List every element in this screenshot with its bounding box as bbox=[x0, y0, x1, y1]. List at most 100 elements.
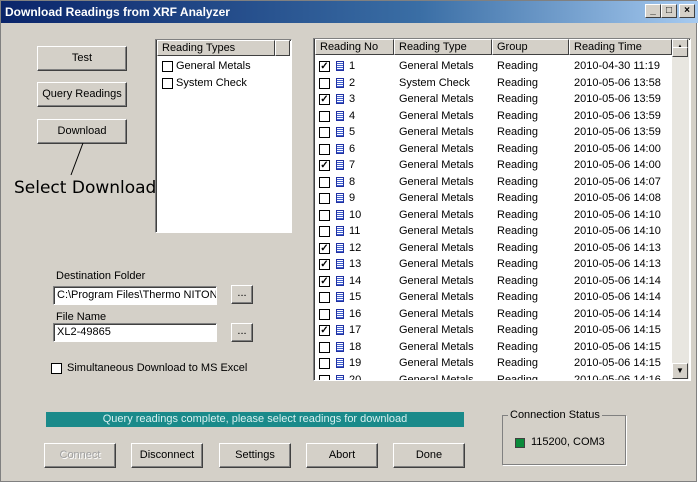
reading-checkbox[interactable] bbox=[319, 358, 330, 369]
reading-checkbox[interactable] bbox=[319, 77, 330, 89]
reading-types-list: Reading Types General Metals System Chec… bbox=[155, 39, 292, 233]
file-name-field[interactable]: XL2-49865 bbox=[53, 323, 217, 342]
reading-type-cell: General Metals bbox=[399, 274, 474, 287]
status-message: Query readings complete, please select r… bbox=[46, 412, 464, 427]
minimize-button[interactable]: _ bbox=[645, 4, 661, 18]
reading-checkbox[interactable] bbox=[319, 143, 330, 155]
table-row[interactable]: 6 General Metals Reading 2010-05-06 14:00 bbox=[314, 142, 672, 158]
destination-folder-field[interactable]: C:\Program Files\Thermo NITON\ bbox=[53, 286, 217, 305]
scroll-down-arrow-icon[interactable]: ▼ bbox=[672, 363, 688, 379]
table-row[interactable]: ✓ 17 General Metals Reading 2010-05-06 14:15 bbox=[314, 323, 672, 339]
reading-checkbox[interactable]: ✓ bbox=[319, 160, 330, 171]
abort-button[interactable]: Abort bbox=[306, 443, 378, 468]
table-row[interactable]: ✓ 1 General Metals Reading 2010-04-30 11:19 bbox=[314, 59, 672, 75]
vertical-scrollbar[interactable]: ▲ ▼ bbox=[672, 39, 689, 379]
reading-checkbox[interactable] bbox=[319, 176, 330, 188]
reading-type-cell: General Metals bbox=[399, 60, 474, 72]
reading-document-icon bbox=[336, 374, 344, 380]
settings-button[interactable]: Settings bbox=[219, 443, 291, 468]
connect-button[interactable]: Connect bbox=[44, 443, 116, 468]
reading-checkbox[interactable] bbox=[319, 110, 330, 122]
table-row[interactable]: 2 System Check Reading 2010-05-06 13:58 bbox=[314, 76, 672, 92]
table-row[interactable]: ✓ 12 General Metals Reading 2010-05-06 14:13 bbox=[314, 241, 672, 257]
group-cell: Reading bbox=[497, 340, 538, 353]
reading-type-cell: General Metals bbox=[399, 142, 474, 155]
table-row[interactable]: 4 General Metals Reading 2010-05-06 13:59 bbox=[314, 109, 672, 125]
table-row[interactable]: ✓ 14 General Metals Reading 2010-05-06 14:14 bbox=[314, 274, 672, 290]
table-row[interactable]: ✓ 7 General Metals Reading 2010-05-06 14:00 bbox=[314, 158, 672, 174]
file-name-value: XL2-49865 bbox=[57, 326, 111, 338]
group-cell: Reading bbox=[497, 76, 538, 89]
table-row[interactable]: 5 General Metals Reading 2010-05-06 13:59 bbox=[314, 125, 672, 141]
reading-document-icon bbox=[336, 341, 344, 352]
table-row[interactable]: ✓ 13 General Metals Reading 2010-05-06 14:13 bbox=[314, 257, 672, 273]
reading-checkbox[interactable]: ✓ bbox=[319, 325, 330, 336]
table-row[interactable]: 10 General Metals Reading 2010-05-06 14:10 bbox=[314, 208, 672, 224]
reading-checkbox[interactable] bbox=[319, 374, 330, 380]
table-row[interactable]: 15 General Metals Reading 2010-05-06 14:14 bbox=[314, 290, 672, 306]
reading-type-cell: General Metals bbox=[399, 175, 474, 188]
table-row[interactable]: ✓ 3 General Metals Reading 2010-05-06 13:59 bbox=[314, 92, 672, 108]
reading-type-cell: General Metals bbox=[399, 357, 474, 369]
table-row[interactable]: 19 General Metals Reading 2010-05-06 14:15 bbox=[314, 356, 672, 372]
group-cell: Reading bbox=[497, 60, 538, 72]
excel-checkbox[interactable] bbox=[51, 363, 62, 374]
reading-document-icon bbox=[336, 160, 344, 170]
query-readings-button[interactable]: Query Readings bbox=[37, 82, 127, 107]
reading-checkbox[interactable] bbox=[319, 292, 330, 303]
reading-no-cell: 14 bbox=[349, 274, 362, 287]
reading-types-header[interactable]: Reading Types bbox=[157, 40, 275, 56]
disconnect-button[interactable]: Disconnect bbox=[131, 443, 203, 468]
reading-type-checkbox[interactable] bbox=[162, 61, 173, 72]
group-cell: Reading bbox=[497, 291, 538, 303]
test-button[interactable]: Test bbox=[37, 46, 127, 71]
maximize-button[interactable]: □ bbox=[661, 4, 677, 18]
scroll-thumb[interactable] bbox=[672, 47, 688, 57]
reading-no-cell: 15 bbox=[349, 291, 362, 303]
reading-checkbox[interactable]: ✓ bbox=[319, 275, 330, 287]
table-row[interactable]: 8 General Metals Reading 2010-05-06 14:07 bbox=[314, 175, 672, 191]
connection-status-value: 115200, COM3 bbox=[531, 436, 605, 448]
reading-no-cell: 16 bbox=[349, 307, 362, 320]
reading-checkbox[interactable] bbox=[319, 209, 330, 221]
browse-file-button[interactable]: ... bbox=[231, 323, 253, 342]
browse-folder-button[interactable]: ... bbox=[231, 285, 253, 304]
reading-no-cell: 7 bbox=[349, 159, 356, 171]
reading-checkbox[interactable]: ✓ bbox=[319, 242, 330, 254]
group-cell: Reading bbox=[497, 324, 538, 336]
table-row[interactable]: 18 General Metals Reading 2010-05-06 14:15 bbox=[314, 340, 672, 356]
reading-no-cell: 1 bbox=[349, 60, 356, 72]
reading-checkbox[interactable]: ✓ bbox=[319, 259, 330, 270]
readings-table: Reading No Reading Type Group Reading Ti… bbox=[313, 38, 691, 381]
reading-type-checkbox[interactable] bbox=[162, 78, 173, 89]
reading-no-cell: 13 bbox=[349, 258, 362, 270]
reading-checkbox[interactable]: ✓ bbox=[319, 61, 330, 72]
reading-time-cell: 2010-05-06 14:00 bbox=[574, 142, 661, 155]
reading-time-cell: 2010-05-06 13:59 bbox=[574, 93, 661, 105]
reading-checkbox[interactable]: ✓ bbox=[319, 94, 330, 105]
reading-time-cell: 2010-05-06 14:10 bbox=[574, 225, 661, 237]
reading-type-cell: General Metals bbox=[399, 340, 474, 353]
table-row[interactable]: 9 General Metals Reading 2010-05-06 14:08 bbox=[314, 191, 672, 207]
table-row[interactable]: 11 General Metals Reading 2010-05-06 14:10 bbox=[314, 224, 672, 240]
reading-checkbox[interactable] bbox=[319, 226, 330, 237]
reading-time-cell: 2010-05-06 14:10 bbox=[574, 208, 661, 221]
readings-rows: ✓ 1 General Metals Reading 2010-04-30 11:19 2… bbox=[314, 39, 672, 380]
group-cell: Reading bbox=[497, 159, 538, 171]
select-download-annotation: Select Download bbox=[14, 178, 157, 198]
reading-checkbox[interactable] bbox=[319, 193, 330, 204]
reading-checkbox[interactable] bbox=[319, 308, 330, 320]
done-button[interactable]: Done bbox=[393, 443, 465, 468]
download-button[interactable]: Download bbox=[37, 119, 127, 144]
reading-no-cell: 19 bbox=[349, 357, 362, 369]
group-cell: Reading bbox=[497, 142, 538, 155]
reading-checkbox[interactable] bbox=[319, 341, 330, 353]
close-button[interactable]: × bbox=[679, 4, 695, 18]
reading-type-cell: General Metals bbox=[399, 258, 474, 270]
table-row[interactable]: 16 General Metals Reading 2010-05-06 14:14 bbox=[314, 307, 672, 323]
connection-status-label: Connection Status bbox=[508, 409, 602, 421]
reading-document-icon bbox=[336, 193, 344, 203]
reading-checkbox[interactable] bbox=[319, 127, 330, 138]
reading-document-icon bbox=[336, 325, 344, 335]
table-row[interactable]: 20 General Metals Reading 2010-05-06 14:16 bbox=[314, 373, 672, 380]
